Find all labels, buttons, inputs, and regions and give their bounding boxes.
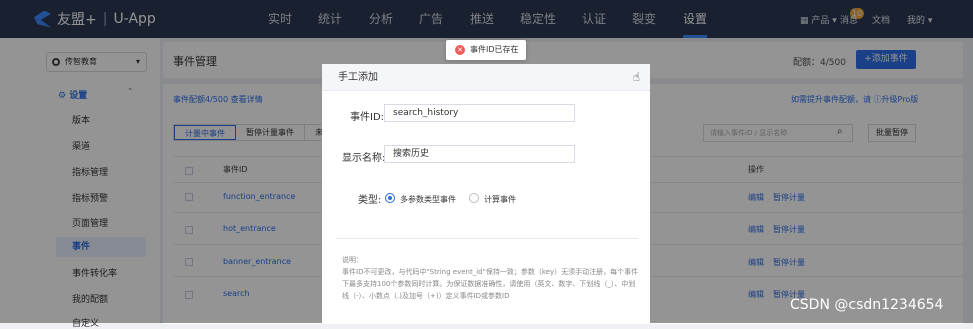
event-id-input[interactable]: search_history (384, 104, 575, 122)
note-text: 事件ID不可更改，与代码中"String event_id"保持一致；参数（ke… (342, 268, 639, 300)
note-title: 说明： (342, 256, 363, 264)
type-option-multi-param[interactable]: 多参数类型事件 (400, 194, 456, 205)
dialog-title: 手工添加 (338, 72, 378, 83)
event-id-label: 事件ID: (350, 112, 385, 123)
type-label: 类型: (358, 195, 382, 206)
type-radio-multi-param[interactable] (385, 193, 395, 203)
csdn-watermark: CSDN @csdn1234654 (790, 297, 944, 313)
type-radio-calculated[interactable] (469, 193, 479, 203)
hand-cursor-icon: ☝ (632, 70, 640, 84)
type-option-calculated[interactable]: 计算事件 (484, 194, 516, 205)
dialog-header: 手工添加 ☝ (322, 64, 650, 91)
dialog-divider (336, 238, 638, 239)
display-name-input[interactable]: 搜索历史 (384, 145, 575, 163)
error-toast: ✕ 事件ID已存在 (446, 40, 526, 60)
add-event-dialog: 手工添加 ☝ 事件ID: search_history 显示名称: 搜索历史 类… (322, 64, 650, 323)
toast-message: 事件ID已存在 (470, 45, 519, 54)
error-icon: ✕ (455, 45, 465, 55)
display-name-label: 显示名称: (342, 153, 386, 164)
